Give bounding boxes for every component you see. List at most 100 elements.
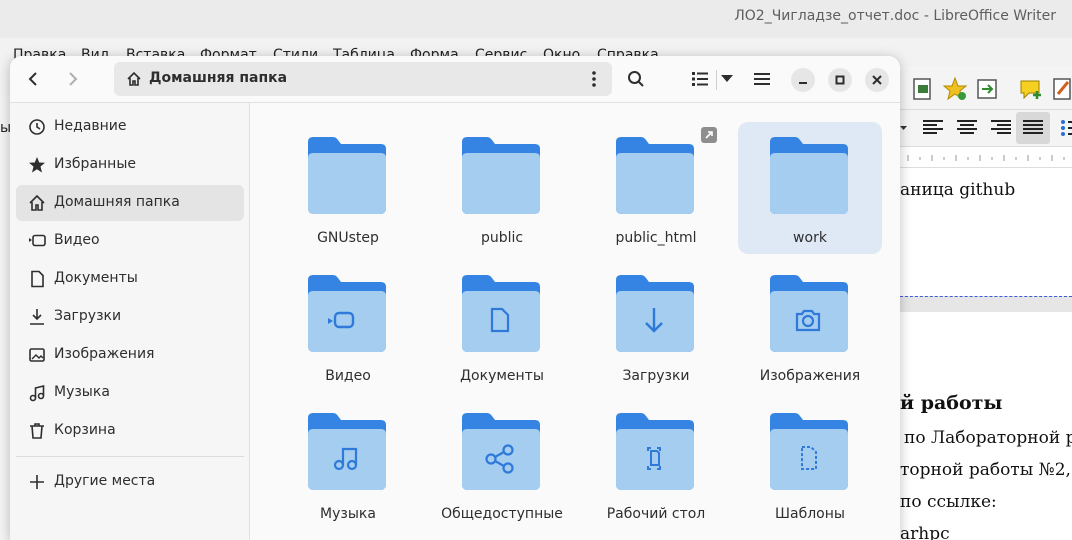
- folder-download-icon: [616, 275, 694, 352]
- folder-item[interactable]: work: [738, 122, 882, 254]
- align-justify-icon[interactable]: [1020, 115, 1046, 141]
- folder-item[interactable]: GNUstep: [276, 122, 420, 254]
- folder-publicshare-icon: [462, 413, 540, 490]
- writer-formatting-toolbar: [900, 110, 1072, 146]
- writer-titlebar: ЛО2_Чигладзе_отчет.doc - LibreOffice Wri…: [0, 0, 1072, 38]
- folder-item[interactable]: Загрузки: [584, 260, 728, 392]
- doc-line-3: торной работы №2, по: [900, 460, 1072, 480]
- symlink-badge-icon: [701, 127, 717, 143]
- folder-item[interactable]: Документы: [430, 260, 574, 392]
- folder-label: Общедоступные: [441, 506, 563, 522]
- comment-icon[interactable]: [1018, 76, 1044, 102]
- list-view-icon: [692, 72, 708, 86]
- writer-ruler[interactable]: [900, 146, 1072, 168]
- insert-image-icon[interactable]: [910, 76, 936, 102]
- folder-label: GNUstep: [317, 230, 379, 246]
- chevron-left-icon: [28, 72, 37, 86]
- minimize-button[interactable]: [791, 68, 815, 92]
- folder-item[interactable]: Шаблоны: [738, 398, 882, 530]
- sidebar-item-downloads[interactable]: Загрузки: [16, 299, 244, 335]
- list-icon[interactable]: [1058, 115, 1072, 141]
- search-button[interactable]: [620, 64, 652, 94]
- sidebar-item-recent[interactable]: Недавние: [16, 109, 244, 145]
- search-icon: [628, 71, 644, 87]
- folder-label: Шаблоны: [775, 506, 845, 522]
- sidebar-item-label: Домашняя папка: [54, 194, 180, 210]
- folder-item[interactable]: Рабочий стол: [584, 398, 728, 530]
- folder-item[interactable]: public: [430, 122, 574, 254]
- sidebar-item-videos[interactable]: Видео: [16, 223, 244, 259]
- folder-label: Видео: [325, 368, 371, 384]
- sidebar-item-label: Другие места: [54, 473, 156, 489]
- writer-standard-toolbar: [900, 66, 1072, 110]
- location-menu-button[interactable]: [582, 66, 606, 92]
- align-center-icon[interactable]: [954, 115, 980, 141]
- page-break-gap: [900, 296, 1072, 312]
- hamburger-menu-icon: [754, 73, 770, 85]
- writer-window-title: ЛО2_Чигладзе_отчет.doc - LibreOffice Wri…: [734, 8, 1056, 24]
- maximize-icon: [835, 75, 845, 85]
- folder-documents-icon: [462, 275, 540, 352]
- doc-line-1: аница github: [900, 180, 1016, 200]
- track-changes-icon[interactable]: [1050, 76, 1072, 102]
- sidebar-item-other-places[interactable]: Другие места: [16, 464, 244, 500]
- doc-line-4: по ссылке:: [900, 492, 997, 512]
- vertical-dots-icon: [592, 71, 596, 87]
- folder-item[interactable]: Видео: [276, 260, 420, 392]
- doc-line-5: arhpc: [900, 524, 950, 540]
- folder-video-icon: [308, 275, 386, 352]
- view-options-button[interactable]: [712, 64, 742, 94]
- image-icon: [29, 348, 45, 362]
- folder-pictures-icon: [770, 275, 848, 352]
- doc-heading: й работы: [900, 392, 1003, 414]
- sidebar-item-pictures[interactable]: Изображения: [16, 337, 244, 373]
- maximize-button[interactable]: [828, 68, 852, 92]
- location-bar[interactable]: Домашняя папка: [114, 62, 612, 96]
- forward-button[interactable]: [56, 64, 88, 94]
- sidebar-item-home[interactable]: Домашняя папка: [16, 185, 244, 221]
- folder-item[interactable]: Общедоступные: [430, 398, 574, 530]
- sidebar-item-starred[interactable]: Избранные: [16, 147, 244, 183]
- bookmark-star-icon[interactable]: [942, 76, 968, 102]
- sidebar-item-label: Корзина: [54, 422, 116, 438]
- places-sidebar: Недавние Избранные Домашняя папка Видео …: [10, 103, 250, 540]
- folder-label: Документы: [460, 368, 544, 384]
- folder-icon: [462, 137, 540, 214]
- doc-line-2: по Лабораторной раб: [904, 428, 1072, 448]
- folder-icon: [770, 137, 848, 214]
- trash-icon: [30, 423, 44, 439]
- folder-label: Загрузки: [622, 368, 690, 384]
- minimize-icon: [799, 82, 807, 84]
- writer-left-strip: ы: [0, 96, 11, 540]
- sidebar-item-label: Недавние: [54, 118, 127, 134]
- folder-item[interactable]: Изображения: [738, 260, 882, 392]
- file-manager-headerbar: Домашняя папка: [10, 56, 900, 103]
- star-icon: [29, 157, 45, 173]
- chevron-right-icon: [69, 72, 78, 86]
- clock-icon: [29, 119, 45, 135]
- folder-item[interactable]: Музыка: [276, 398, 420, 530]
- folder-link-icon: [616, 137, 694, 214]
- writer-document-page[interactable]: аница github й работы по Лабораторной ра…: [900, 168, 1072, 540]
- main-menu-button[interactable]: [746, 64, 778, 94]
- sidebar-item-documents[interactable]: Документы: [16, 261, 244, 297]
- sidebar-item-label: Загрузки: [54, 308, 122, 324]
- folder-desktop-icon: [616, 413, 694, 490]
- align-right-icon[interactable]: [988, 115, 1014, 141]
- sidebar-divider: [16, 456, 244, 457]
- close-button[interactable]: [865, 68, 889, 92]
- folder-label: Изображения: [759, 368, 861, 384]
- sidebar-item-music[interactable]: Музыка: [16, 375, 244, 411]
- folder-label: public: [480, 230, 524, 246]
- align-left-icon[interactable]: [920, 115, 946, 141]
- cross-reference-icon[interactable]: [974, 76, 1000, 102]
- sidebar-item-trash[interactable]: Корзина: [16, 413, 244, 449]
- dropdown-arrow-icon[interactable]: [900, 124, 908, 132]
- sidebar-item-label: Музыка: [54, 384, 110, 400]
- folder-label: public_html: [615, 230, 697, 246]
- home-icon: [29, 194, 45, 211]
- file-grid: GNUstep public public_html work Видео Докумен…: [251, 103, 900, 540]
- folder-label: Рабочий стол: [606, 506, 706, 522]
- back-button[interactable]: [18, 64, 50, 94]
- folder-label: Музыка: [320, 506, 376, 522]
